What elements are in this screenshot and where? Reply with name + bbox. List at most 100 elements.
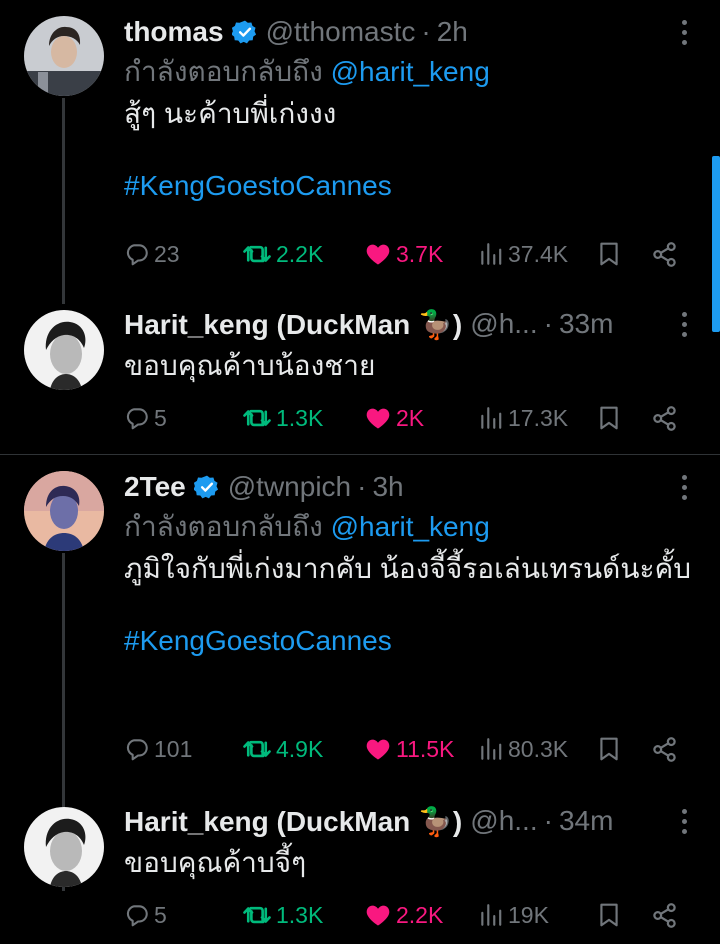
timestamp[interactable]: 2h [437,16,468,48]
like-button[interactable]: 2.2K [364,897,443,933]
mention-link[interactable]: @harit_keng [331,511,490,542]
retweet-count: 1.3K [276,901,324,928]
bookmark-button[interactable] [596,400,622,436]
retweet-count: 1.3K [276,404,324,431]
views-button[interactable]: 37.4K [478,236,568,272]
replying-to: กำลังตอบกลับถึง @harit_keng [124,52,700,92]
display-name[interactable]: Harit_keng (DuckMan 🦆) [124,805,462,838]
views-button[interactable]: 80.3K [478,731,568,767]
user-handle[interactable]: @h... [470,805,537,837]
heart-icon [364,240,392,268]
action-bar: 101 4.9K 11.5K 80.3K [124,731,684,767]
bookmark-icon [596,405,622,431]
like-count: 2.2K [396,901,444,928]
views-icon [478,405,504,431]
like-button[interactable]: 11.5K [364,731,454,767]
heart-icon [364,735,392,763]
like-count: 11.5K [396,735,455,762]
heart-icon [364,901,392,929]
reply-count: 101 [154,735,193,762]
reply-count: 5 [154,901,167,928]
avatar[interactable] [24,807,104,887]
verified-badge-icon [232,19,258,45]
share-icon [651,902,678,929]
thread-connector-line [62,98,65,304]
reply-button[interactable]: 23 [124,236,180,272]
share-button[interactable] [651,897,678,933]
reply-button[interactable]: 5 [124,897,167,933]
like-button[interactable]: 2K [364,400,424,436]
bookmark-icon [596,241,622,267]
share-button[interactable] [651,400,678,436]
tweet-header: Harit_keng (DuckMan 🦆) @h... · 34m [124,801,700,841]
avatar[interactable] [24,310,104,390]
share-button[interactable] [651,731,678,767]
tweet-header: 2Tee @twnpich · 3h [124,467,700,507]
action-bar: 23 2.2K 3.7K 37.4K [124,236,684,272]
reply-button[interactable]: 101 [124,731,192,767]
share-button[interactable] [651,236,678,272]
share-icon [651,405,678,432]
scrollbar-thumb[interactable] [712,156,720,332]
reply-icon [124,902,150,928]
avatar[interactable] [24,471,104,551]
reply-icon [124,405,150,431]
bookmark-icon [596,902,622,928]
retweet-button[interactable]: 2.2K [242,236,323,272]
retweet-count: 2.2K [276,240,324,267]
user-handle[interactable]: @twnpich [228,471,351,503]
timestamp[interactable]: 34m [559,805,613,837]
retweet-button[interactable]: 4.9K [242,731,323,767]
bookmark-button[interactable] [596,897,622,933]
user-handle[interactable]: @h... [470,308,537,340]
tweet-header: Harit_keng (DuckMan 🦆) @h... · 33m [124,304,700,344]
bookmark-icon [596,736,622,762]
timestamp[interactable]: 3h [372,471,403,503]
reply-count: 23 [154,240,180,267]
retweet-count: 4.9K [276,735,324,762]
action-bar: 5 1.3K 2K 17.3K [124,400,684,436]
view-count: 17.3K [508,404,569,431]
mention-link[interactable]: @harit_keng [331,56,490,87]
views-icon [478,736,504,762]
tweet-header: thomas @tthomastc · 2h [124,12,700,52]
share-icon [651,241,678,268]
display-name[interactable]: thomas [124,16,224,48]
views-button[interactable]: 19K [478,897,549,933]
reply-icon [124,736,150,762]
retweet-button[interactable]: 1.3K [242,400,323,436]
verified-badge-icon [194,474,220,500]
thread-separator [0,454,720,455]
bookmark-button[interactable] [596,236,622,272]
reply-icon [124,241,150,267]
separator-dot: · [543,805,553,836]
timestamp[interactable]: 33m [559,308,613,340]
views-button[interactable]: 17.3K [478,400,568,436]
tweet-text: ขอบคุณค้าบน้องชาย [124,350,376,381]
reply-count: 5 [154,404,167,431]
separator-dot: · [543,308,553,339]
views-icon [478,902,504,928]
view-count: 80.3K [508,735,569,762]
reply-button[interactable]: 5 [124,400,167,436]
display-name[interactable]: 2Tee [124,471,186,503]
retweet-icon [242,900,272,930]
views-icon [478,241,504,267]
like-button[interactable]: 3.7K [364,236,443,272]
like-count: 2K [396,404,425,431]
share-icon [651,736,678,763]
hashtag-link[interactable]: #KengGoestoCannes [124,168,700,204]
display-name[interactable]: Harit_keng (DuckMan 🦆) [124,308,462,341]
separator-dot: · [357,471,367,502]
retweet-icon [242,403,272,433]
tweet-text: สู้ๆ นะค้าบพี่เก่งงง [124,98,337,129]
retweet-button[interactable]: 1.3K [242,897,323,933]
like-count: 3.7K [396,240,444,267]
avatar[interactable] [24,16,104,96]
tweet-text: ภูมิใจกับพี่เก่งมากคับ น้องจี้จี้รอเล่นเ… [124,553,692,584]
hashtag-link[interactable]: #KengGoestoCannes [124,623,700,659]
separator-dot: · [421,16,431,47]
bookmark-button[interactable] [596,731,622,767]
view-count: 19K [508,901,549,928]
user-handle[interactable]: @tthomastc [266,16,416,48]
